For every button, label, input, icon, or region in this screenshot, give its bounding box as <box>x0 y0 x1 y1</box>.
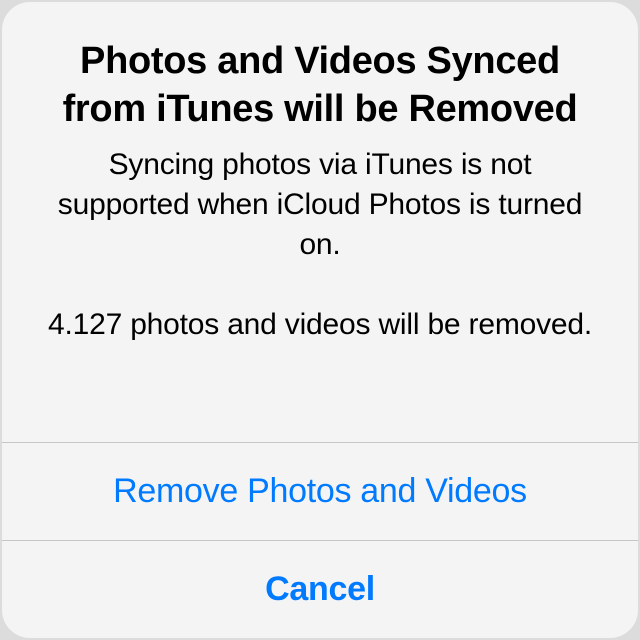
cancel-button[interactable]: Cancel <box>2 540 638 638</box>
alert-buttons: Remove Photos and Videos Cancel <box>2 442 638 638</box>
alert-title: Photos and Videos Synced from iTunes wil… <box>42 38 598 133</box>
alert-message: Syncing photos via iTunes is not support… <box>42 145 598 344</box>
alert-content: Photos and Videos Synced from iTunes wil… <box>2 2 638 442</box>
remove-photos-button[interactable]: Remove Photos and Videos <box>2 442 638 540</box>
alert-dialog: Photos and Videos Synced from iTunes wil… <box>2 2 638 638</box>
